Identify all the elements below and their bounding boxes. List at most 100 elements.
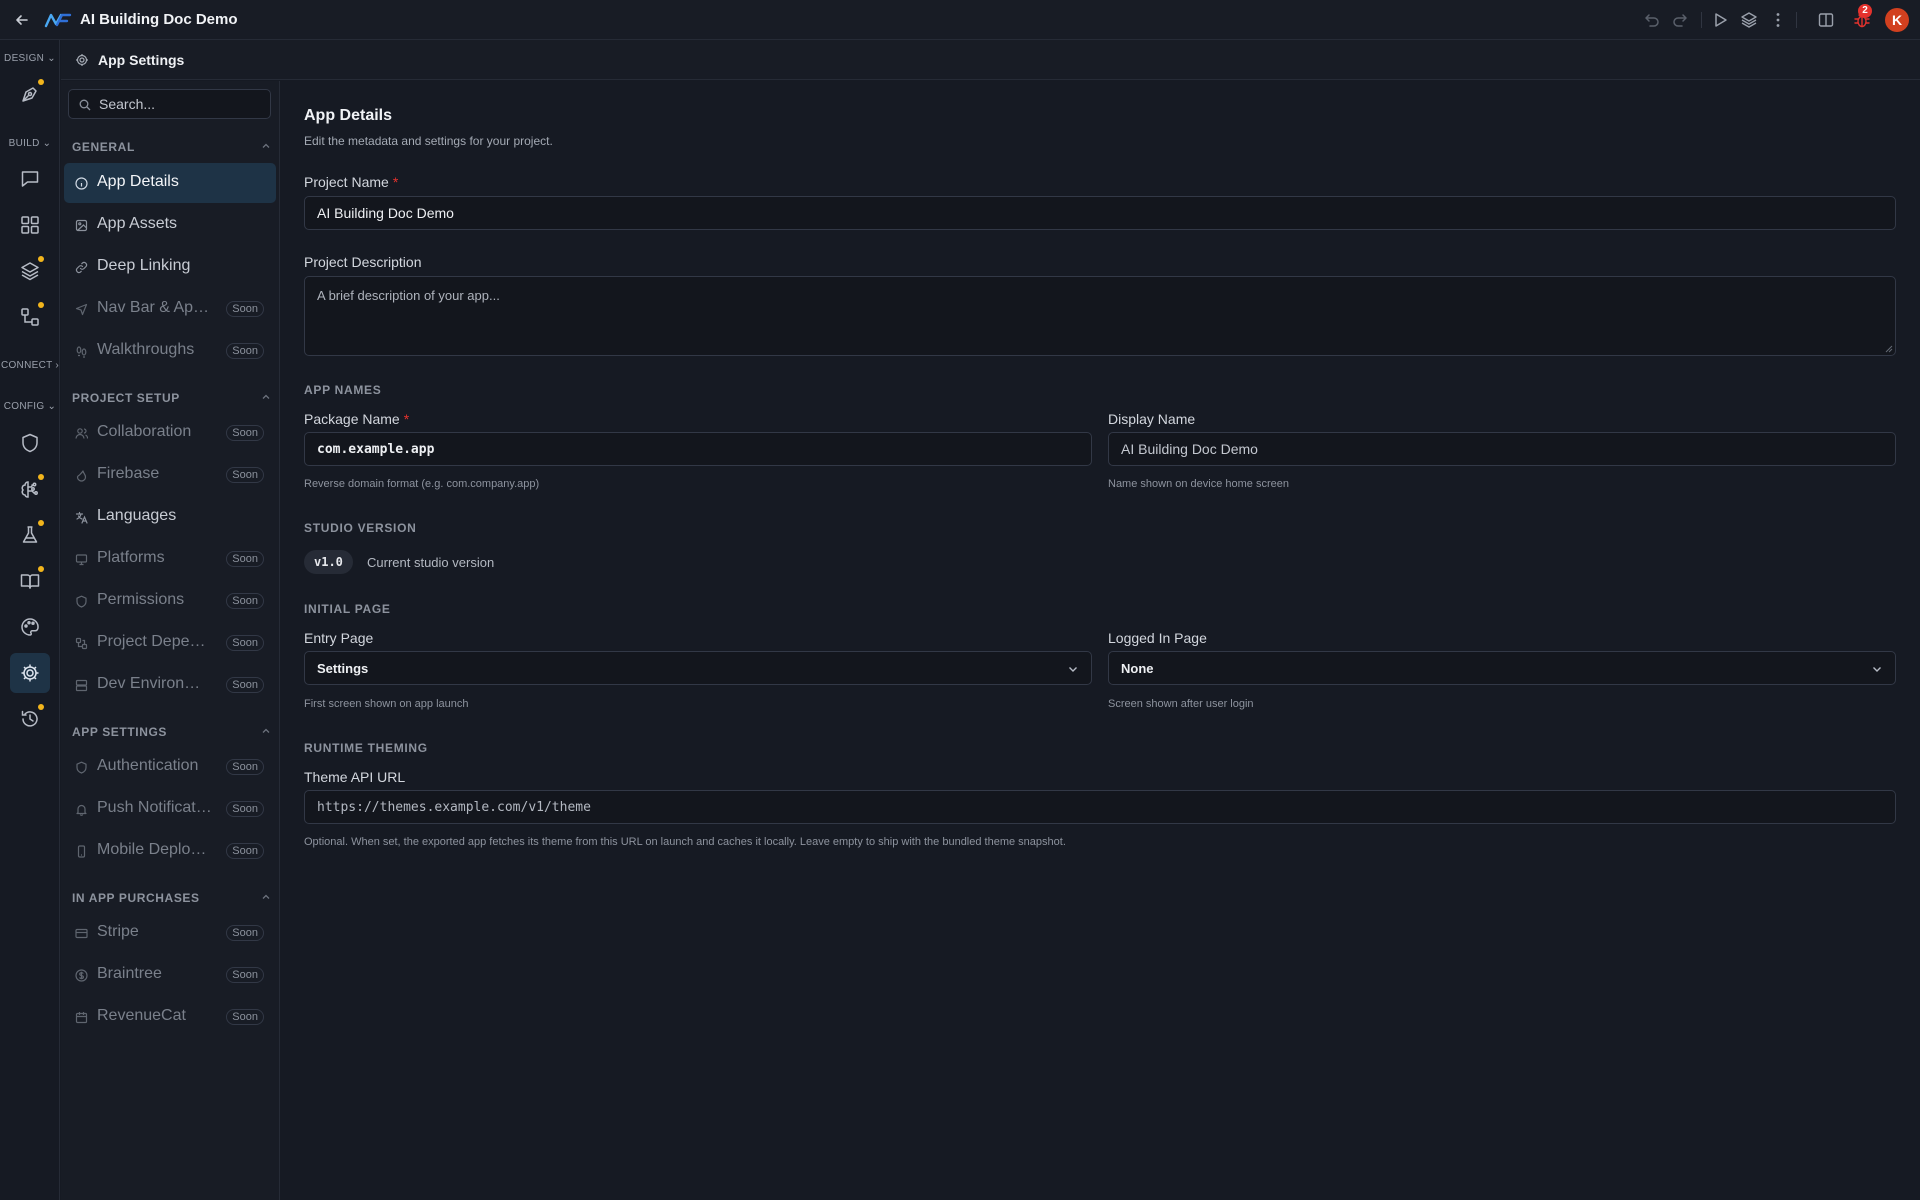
sidebar-item-app-details[interactable]: App Details [64,163,276,203]
rail-item-security[interactable] [10,423,50,463]
theme-api-url-input[interactable] [317,791,1895,823]
initial-page-section-title: INITIAL PAGE [304,602,391,616]
sidebar-item-dev-environments[interactable]: Dev Environments Soon [64,665,276,705]
toolbar-divider [1701,12,1702,28]
redo-icon[interactable] [1671,10,1691,30]
package-name-label: Package Name * [304,411,410,427]
sidebar-item-project-dependencies[interactable]: Project Dependencies Soon [64,623,276,663]
rail-item-history[interactable] [10,699,50,739]
image-icon [75,219,88,232]
chevron-down-icon [1067,663,1079,675]
sidebar-item-deep-linking[interactable]: Deep Linking [64,247,276,287]
soon-badge: Soon [226,1009,264,1025]
soon-badge: Soon [226,843,264,859]
package-name-field-wrap [304,432,1092,466]
app-names-section-title: APP NAMES [304,383,382,397]
sidebar-item-braintree[interactable]: Braintree Soon [64,955,276,995]
play-icon[interactable] [1710,10,1730,30]
history-icon [21,710,38,727]
sidebar-item-stripe[interactable]: Stripe Soon [64,913,276,953]
sidebar-item-permissions[interactable]: Permissions Soon [64,581,276,621]
group-in-app-purchases[interactable]: IN APP PURCHASES [72,889,272,905]
rail-dot [38,256,44,262]
bell-icon [75,803,88,816]
sidebar-item-nav-bar[interactable]: Nav Bar & App Bar Soon [64,289,276,329]
sidebar-item-platforms[interactable]: Platforms Soon [64,539,276,579]
page-title: App Details [304,107,393,124]
monitor-icon [75,553,88,566]
soon-badge: Soon [226,635,264,651]
project-name-label: Project Name * [304,174,399,190]
sidebar-item-collaboration[interactable]: Collaboration Soon [64,413,276,453]
display-name-hint: Name shown on device home screen [1108,478,1289,490]
theme-api-url-label: Theme API URL [304,769,406,785]
group-general[interactable]: GENERAL [72,138,272,154]
project-description-textarea[interactable] [305,277,1895,355]
package-name-input[interactable] [317,433,1091,465]
components-icon [21,308,39,326]
package-name-hint: Reverse domain format (e.g. com.company.… [304,478,540,490]
layers-stack-icon[interactable] [1739,10,1759,30]
entry-page-select[interactable]: Settings [304,651,1092,685]
soon-badge: Soon [226,593,264,609]
studio-version-text: Current studio version [367,555,495,570]
rail-section-connect[interactable]: CONNECT › [0,360,60,371]
required-marker: * [403,411,410,427]
palette-icon [21,618,39,636]
book-icon [20,574,40,589]
rail-item-design[interactable] [10,74,50,114]
rail-section-design[interactable]: DESIGN ⌄ [0,53,60,64]
user-avatar[interactable]: K [1885,8,1909,32]
back-arrow-icon[interactable] [12,10,32,30]
more-vertical-icon[interactable] [1768,10,1788,30]
project-name-input[interactable] [317,197,1895,229]
rail-dot [38,79,44,85]
rail-dot [38,474,44,480]
sidebar-item-mobile-deployment[interactable]: Mobile Deployment Soon [64,831,276,871]
app-title: AI Building Doc Demo [80,11,238,28]
resize-grip-icon[interactable] [1885,345,1893,353]
sidebar-item-walkthroughs[interactable]: Walkthroughs Soon [64,331,276,371]
display-name-input[interactable] [1121,433,1895,465]
gear-icon [21,664,39,682]
soon-badge: Soon [226,759,264,775]
rail-item-docs[interactable] [10,561,50,601]
project-description-wrap [304,276,1896,356]
group-app-settings[interactable]: APP SETTINGS [72,723,272,739]
rail-item-widgets[interactable] [10,205,50,245]
rail-item-ai[interactable] [10,469,50,509]
rail-item-theme[interactable] [10,607,50,647]
entry-page-value: Settings [317,661,369,676]
entry-page-hint: First screen shown on app launch [304,698,469,710]
sidebar-item-app-assets[interactable]: App Assets [64,205,276,245]
link-icon [75,261,88,274]
split-panel-icon[interactable] [1816,10,1836,30]
sidebar-item-revenuecat[interactable]: RevenueCat Soon [64,997,276,1037]
rail-item-chat[interactable] [10,159,50,199]
soon-badge: Soon [226,343,264,359]
group-project-setup[interactable]: PROJECT SETUP [72,389,272,405]
toolbar-divider [1796,12,1797,28]
shield-icon [75,595,88,608]
sidebar-item-firebase[interactable]: Firebase Soon [64,455,276,495]
flame-icon [75,469,88,482]
rail-section-build[interactable]: BUILD ⌄ [0,138,60,149]
chevron-up-icon [260,140,272,152]
search-icon [79,99,91,111]
sidebar-item-push-notifications[interactable]: Push Notifications Soon [64,789,276,829]
rail-section-config[interactable]: CONFIG ⌄ [0,401,60,412]
users-icon [75,427,88,440]
soon-badge: Soon [226,551,264,567]
logged-in-page-select[interactable]: None [1108,651,1896,685]
rail-item-testing[interactable] [10,515,50,555]
rail-item-components[interactable] [10,297,50,337]
undo-icon[interactable] [1641,10,1661,30]
search-input[interactable] [99,90,267,118]
sidebar-item-languages[interactable]: Languages [64,497,276,537]
rail-dot [38,302,44,308]
rail-item-settings[interactable] [10,653,50,693]
rail-item-layers[interactable] [10,251,50,291]
soon-badge: Soon [226,801,264,817]
sidebar-item-authentication[interactable]: Authentication Soon [64,747,276,787]
calendar-icon [75,1011,88,1024]
